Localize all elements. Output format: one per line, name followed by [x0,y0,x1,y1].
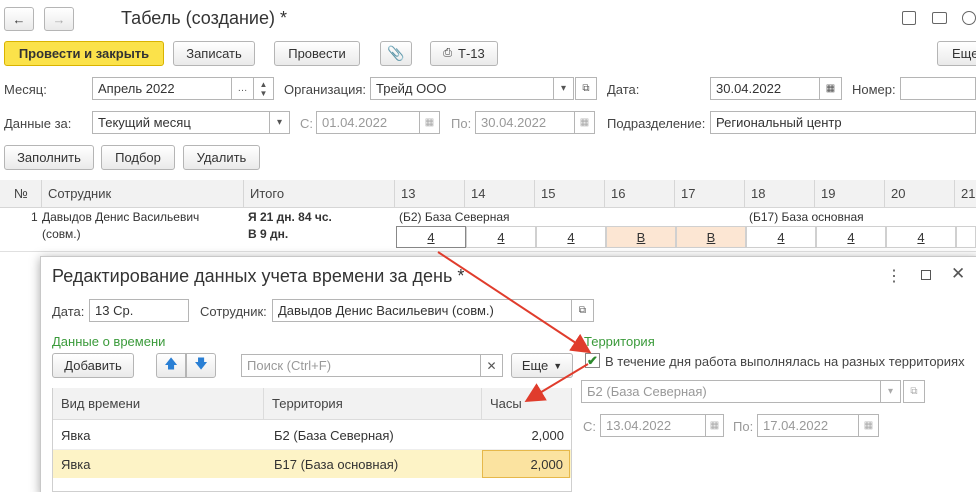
annotation-arrows [437,251,592,403]
arrow-to-checkbox [437,251,592,354]
arrow-to-hours [524,363,589,403]
